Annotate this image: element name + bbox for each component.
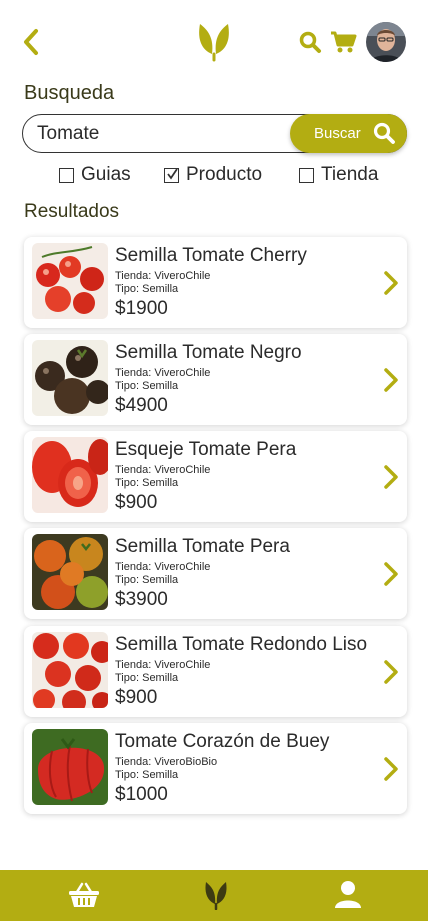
product-price: $900 (115, 687, 158, 708)
bottom-nav (0, 870, 428, 921)
filter-label-guias: Guias (81, 164, 131, 185)
checkmark-icon (167, 168, 178, 180)
product-type: Tipo: Semilla (115, 380, 179, 392)
product-type: Tipo: Semilla (115, 769, 179, 781)
filter-tienda[interactable]: Tienda (299, 163, 378, 187)
filter-guias[interactable]: Guias (59, 163, 131, 187)
avatar[interactable] (366, 22, 406, 62)
leaf-icon (205, 882, 227, 911)
product-name: Semilla Tomate Negro (115, 342, 302, 363)
chevron-right-icon (384, 465, 398, 489)
chevron-right-icon (384, 368, 398, 392)
leaf-logo-icon (194, 20, 234, 62)
product-image (32, 437, 108, 513)
top-bar (0, 0, 428, 80)
product-store: Tienda: ViveroChile (115, 464, 211, 476)
result-card[interactable]: Semilla Tomate Pera Tienda: ViveroChile … (24, 528, 407, 619)
search-submit-button[interactable]: Buscar (290, 114, 407, 153)
filter-label-producto: Producto (186, 164, 263, 185)
search-icon (373, 122, 395, 144)
product-price: $1000 (115, 784, 168, 805)
product-price: $4900 (115, 395, 168, 416)
chevron-right-icon (384, 562, 398, 586)
product-name: Semilla Tomate Cherry (115, 245, 307, 266)
search-button[interactable] (298, 30, 322, 54)
result-card[interactable]: Semilla Tomate Negro Tienda: ViveroChile… (24, 334, 407, 425)
tab-profile[interactable] (334, 880, 362, 910)
user-photo (366, 22, 406, 62)
search-submit-label: Buscar (314, 125, 361, 142)
user-icon (335, 881, 361, 908)
results-heading: Resultados (24, 201, 120, 222)
product-type: Tipo: Semilla (115, 574, 179, 586)
chevron-right-icon (384, 660, 398, 684)
chevron-right-icon (384, 757, 398, 781)
product-store: Tienda: ViveroBioBio (115, 756, 218, 768)
basket-icon (69, 882, 99, 907)
product-store: Tienda: ViveroChile (115, 659, 211, 671)
result-card[interactable]: Semilla Tomate Redondo Liso Tienda: Vive… (24, 626, 407, 717)
product-price: $3900 (115, 589, 168, 610)
checkbox-tienda[interactable] (299, 167, 314, 183)
product-store: Tienda: ViveroChile (115, 367, 211, 379)
tab-shop[interactable] (68, 882, 100, 908)
product-image (32, 632, 108, 708)
back-button[interactable] (18, 26, 46, 58)
checkbox-producto[interactable] (164, 167, 179, 183)
result-card[interactable]: Tomate Corazón de Buey Tienda: ViveroBio… (24, 723, 407, 814)
product-store: Tienda: ViveroChile (115, 561, 211, 573)
product-image (32, 340, 108, 416)
checkbox-guias[interactable] (59, 167, 74, 183)
filter-label-tienda: Tienda (321, 164, 379, 185)
product-type: Tipo: Semilla (115, 477, 179, 489)
product-image (32, 534, 108, 610)
product-store: Tienda: ViveroChile (115, 270, 211, 282)
chevron-right-icon (384, 271, 398, 295)
product-name: Esqueje Tomate Pera (115, 439, 297, 460)
filter-producto[interactable]: Producto (164, 163, 262, 187)
tab-home[interactable] (203, 880, 229, 911)
result-card[interactable]: Semilla Tomate Cherry Tienda: ViveroChil… (24, 237, 407, 328)
cart-icon (331, 31, 357, 53)
search-input[interactable] (37, 121, 287, 147)
chevron-left-icon (24, 29, 38, 55)
result-card[interactable]: Esqueje Tomate Pera Tienda: ViveroChile … (24, 431, 407, 522)
product-price: $1900 (115, 298, 168, 319)
cart-button[interactable] (330, 30, 358, 54)
search-icon (299, 31, 321, 53)
product-price: $900 (115, 492, 158, 513)
product-name: Tomate Corazón de Buey (115, 731, 330, 752)
product-type: Tipo: Semilla (115, 283, 179, 295)
product-image (32, 729, 108, 805)
product-type: Tipo: Semilla (115, 672, 179, 684)
product-name: Semilla Tomate Pera (115, 536, 290, 557)
product-image (32, 243, 108, 319)
search-label: Busqueda (24, 82, 115, 104)
product-name: Semilla Tomate Redondo Liso (115, 634, 368, 655)
